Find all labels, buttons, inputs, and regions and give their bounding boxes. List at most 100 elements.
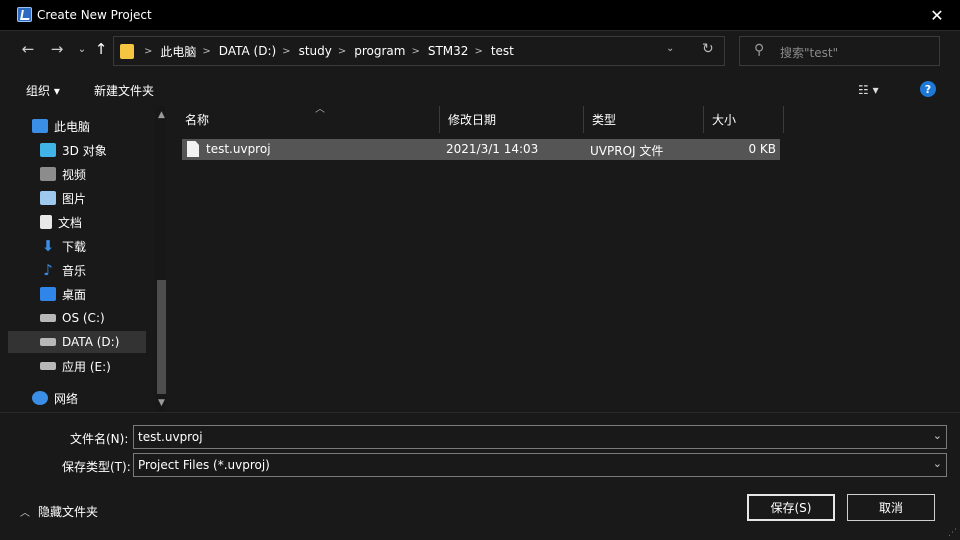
chevron-down-icon[interactable]: ⌄: [933, 429, 942, 442]
desktop-icon: [40, 287, 56, 301]
sort-up-icon: ︿: [315, 104, 325, 115]
pictures-icon: [40, 191, 56, 205]
nav-item-3d-objects[interactable]: 3D 对象: [8, 139, 146, 161]
nav-item-videos[interactable]: 视频: [8, 163, 146, 185]
organize-button[interactable]: 组织 ▾: [26, 82, 60, 99]
breadcrumb-item[interactable]: test: [491, 44, 514, 58]
forward-arrow-icon[interactable]: →: [45, 40, 69, 58]
table-row[interactable]: test.uvproj 2021/3/1 14:03 UVPROJ 文件 0 K…: [182, 139, 780, 160]
nav-item-music[interactable]: ♪ 音乐: [8, 259, 146, 281]
filetype-label: 保存类型(T):: [62, 460, 131, 474]
hide-folders-label: 隐藏文件夹: [38, 505, 99, 519]
nav-item-label: 此电脑: [54, 119, 91, 134]
nav-item-label: 下载: [62, 239, 87, 254]
document-icon: [40, 215, 52, 229]
column-label: 类型: [592, 113, 617, 127]
command-bar: 组织 ▾ 新建文件夹 ☷ ▾ ?: [0, 71, 960, 106]
nav-item-label: 文档: [58, 215, 83, 230]
file-type: UVPROJ 文件: [590, 144, 664, 158]
up-arrow-icon[interactable]: ↑: [89, 40, 113, 58]
file-name: test.uvproj: [206, 142, 271, 156]
chevron-down-icon[interactable]: ⌄: [933, 457, 942, 470]
back-arrow-icon[interactable]: ←: [16, 40, 40, 58]
drive-icon: [40, 338, 56, 346]
nav-item-label: 音乐: [62, 263, 87, 278]
nav-item-label: 视频: [62, 167, 87, 182]
chevron-down-icon[interactable]: ▼: [158, 398, 165, 408]
breadcrumb-item[interactable]: program: [354, 44, 405, 58]
download-icon: ⬇: [41, 237, 55, 255]
file-modified: 2021/3/1 14:03: [446, 142, 539, 156]
chevron-right-icon: >: [282, 45, 291, 57]
new-folder-button[interactable]: 新建文件夹: [94, 82, 154, 99]
cube-icon: [40, 143, 56, 157]
filetype-value: Project Files (*.uvproj): [138, 458, 270, 472]
chevron-right-icon: >: [474, 45, 483, 57]
nav-item-label: 3D 对象: [62, 143, 107, 158]
cancel-button[interactable]: 取消: [847, 494, 935, 521]
search-icon: ⚲: [754, 42, 765, 58]
breadcrumb-item[interactable]: DATA (D:): [219, 44, 276, 58]
chevron-down-icon[interactable]: ⌄: [666, 43, 674, 54]
column-header-size[interactable]: 大小: [704, 106, 784, 133]
search-placeholder: 搜索"test": [780, 46, 839, 60]
nav-item-documents[interactable]: 文档: [8, 211, 146, 233]
file-list: 名称 ︿ 修改日期 类型 大小 test.uvproj 2021/3/1 14:…: [166, 104, 952, 412]
nav-item-label: 图片: [62, 191, 87, 206]
folder-icon: [120, 44, 134, 59]
nav-item-label: 应用 (E:): [62, 359, 111, 374]
resize-grip-icon[interactable]: ⋰: [948, 528, 957, 538]
nav-item-drive-c[interactable]: OS (C:): [8, 307, 146, 329]
path-box[interactable]: > 此电脑 > DATA (D:) > study > program > ST…: [113, 36, 725, 66]
save-form: 文件名(N): test.uvproj ⌄ 保存类型(T): Project F…: [0, 412, 960, 540]
close-button[interactable]: ✕: [914, 0, 960, 31]
keil-app-icon: [17, 7, 32, 22]
chevron-up-icon: ︿: [20, 508, 30, 519]
hide-folders-toggle[interactable]: ︿ 隐藏文件夹: [20, 503, 98, 520]
drive-icon: [40, 362, 56, 370]
breadcrumb-item[interactable]: study: [299, 44, 332, 58]
chevron-right-icon: >: [411, 45, 420, 57]
nav-item-pictures[interactable]: 图片: [8, 187, 146, 209]
navigation-pane: 此电脑 3D 对象 视频 图片 文档 ⬇ 下载 ♪ 音乐 桌面 OS (C:) …: [8, 106, 171, 412]
save-button[interactable]: 保存(S): [747, 494, 835, 521]
filename-value: test.uvproj: [138, 430, 203, 444]
nav-item-label: OS (C:): [62, 311, 105, 325]
column-header-date[interactable]: 修改日期: [440, 106, 584, 133]
breadcrumb-item[interactable]: STM32: [428, 44, 469, 58]
music-icon: ♪: [43, 261, 53, 279]
nav-item-drive-e[interactable]: 应用 (E:): [8, 355, 146, 377]
column-label: 修改日期: [448, 113, 497, 127]
help-icon[interactable]: ?: [920, 81, 936, 97]
chevron-right-icon: >: [144, 45, 153, 57]
nav-item-this-pc[interactable]: 此电脑: [8, 115, 146, 137]
nav-item-label: DATA (D:): [62, 335, 120, 349]
column-label: 大小: [712, 113, 737, 127]
file-size: 0 KB: [748, 142, 776, 156]
nav-item-desktop[interactable]: 桌面: [8, 283, 146, 305]
filename-field[interactable]: test.uvproj ⌄: [133, 425, 947, 449]
nav-item-downloads[interactable]: ⬇ 下载: [8, 235, 146, 257]
column-header-type[interactable]: 类型: [584, 106, 704, 133]
nav-item-label: 网络: [54, 391, 79, 406]
file-icon: [187, 141, 199, 157]
refresh-icon[interactable]: ↻: [702, 41, 714, 57]
nav-item-label: 桌面: [62, 287, 87, 302]
search-input[interactable]: ⚲ 搜索"test": [739, 36, 940, 66]
filename-label: 文件名(N):: [70, 432, 129, 446]
nav-item-network[interactable]: 网络: [8, 387, 146, 409]
chevron-right-icon: >: [202, 45, 211, 57]
nav-item-drive-d[interactable]: DATA (D:): [8, 331, 146, 353]
computer-icon: [32, 119, 48, 133]
chevron-up-icon[interactable]: ▲: [158, 110, 165, 120]
window-title: Create New Project: [37, 8, 152, 22]
column-header-name[interactable]: 名称 ︿: [177, 104, 440, 133]
breadcrumb-item[interactable]: 此电脑: [160, 43, 196, 60]
column-label: 名称: [185, 113, 210, 127]
chevron-right-icon: >: [337, 45, 347, 57]
view-options-icon[interactable]: ☷ ▾: [858, 83, 879, 97]
breadcrumb: > 此电脑 > DATA (D:) > study > program > ST…: [138, 37, 514, 65]
filetype-select[interactable]: Project Files (*.uvproj) ⌄: [133, 453, 947, 477]
title-bar: Create New Project ✕: [0, 0, 960, 31]
drive-icon: [40, 314, 56, 322]
